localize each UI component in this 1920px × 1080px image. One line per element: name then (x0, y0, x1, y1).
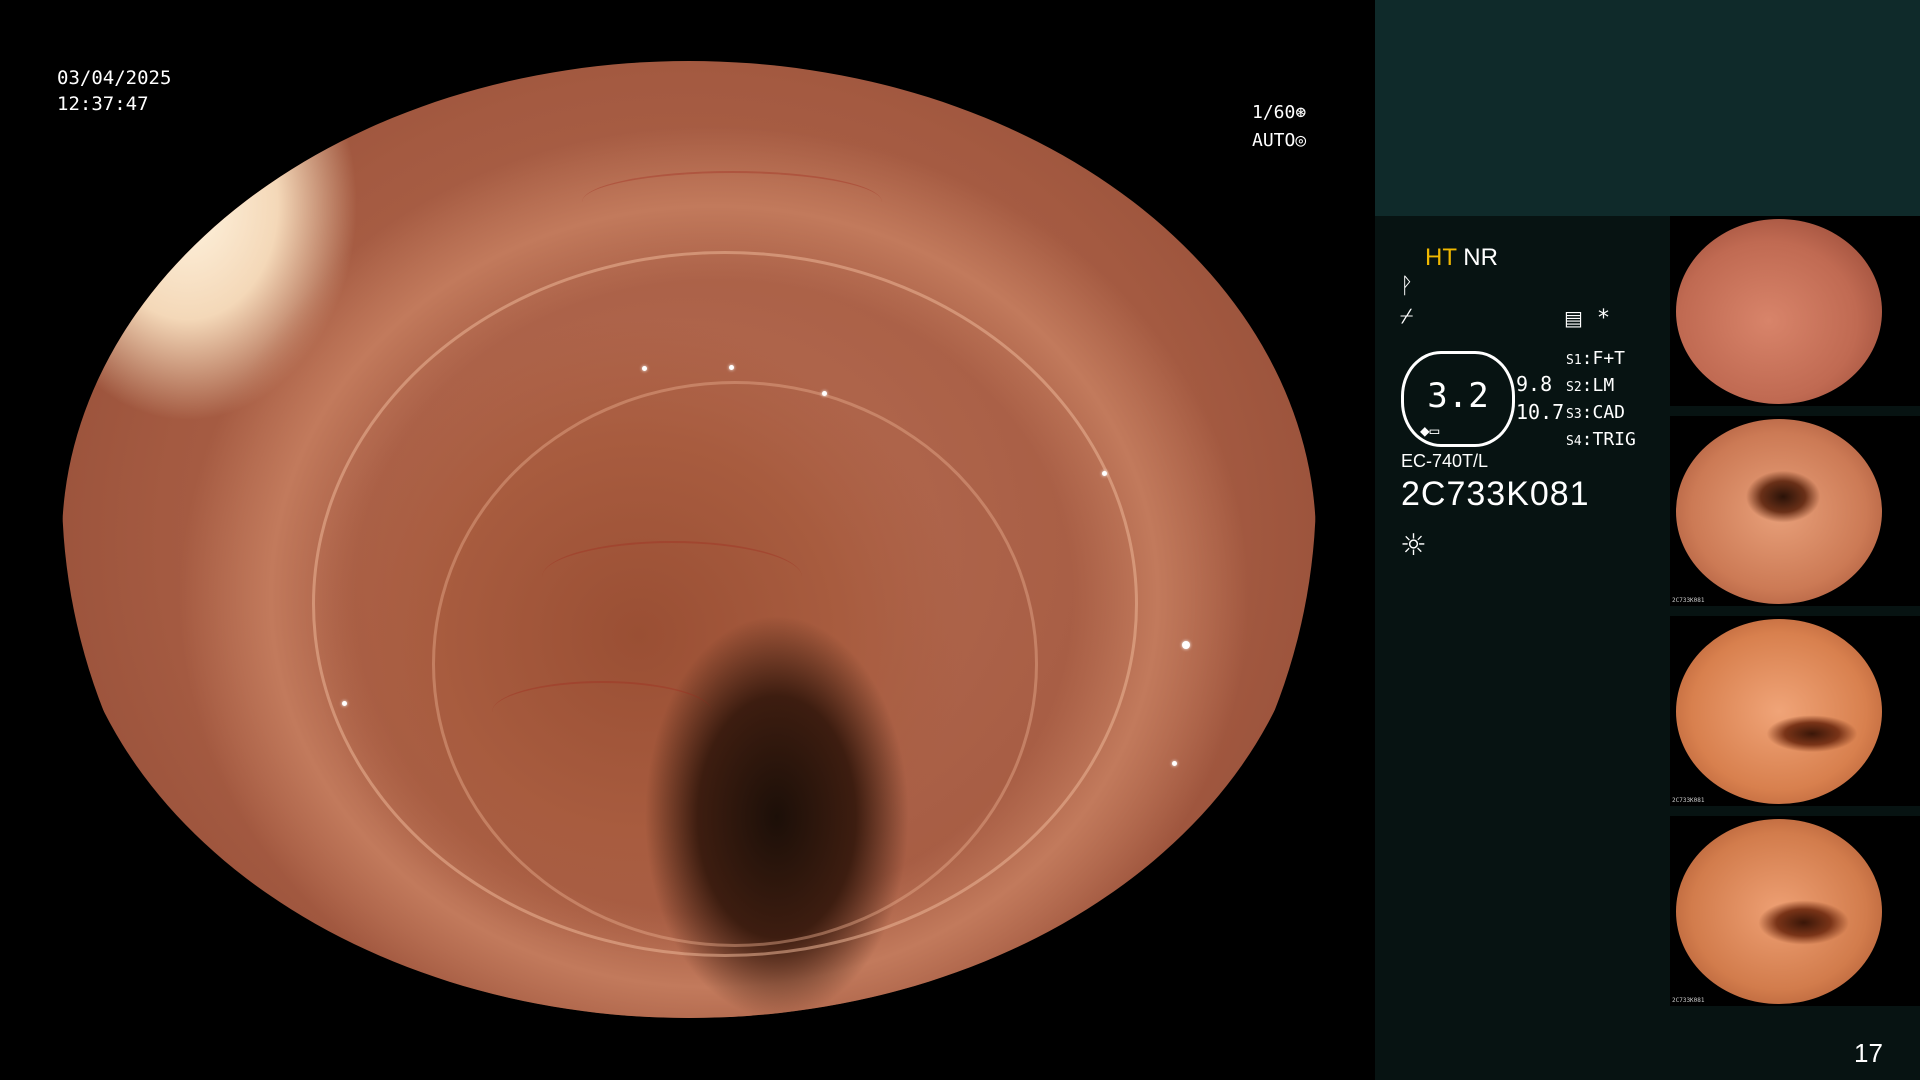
switch-row: S4:TRIG (1566, 429, 1636, 450)
switch-list: S1:F+T S2:LM S3:CAD S4:TRIG (1566, 346, 1636, 454)
thumbnail-2[interactable]: 2C733K081 (1670, 416, 1920, 606)
mode-nr: NR (1463, 244, 1498, 271)
reflection (1112, 921, 1117, 926)
curve-icon: ᚹ (1400, 274, 1414, 299)
gauge-side-values: 9.8 10.7 (1516, 370, 1564, 426)
thumbnail-image (1676, 619, 1882, 804)
switch-row: S3:CAD (1566, 402, 1626, 423)
processing-modes: HT NR (1425, 244, 1498, 272)
reflection (342, 701, 347, 706)
zoom-gauge: 3.2 ◆▭ (1401, 351, 1515, 447)
scope-model: EC-740T/L (1401, 451, 1489, 471)
datetime-display: 03/04/2025 12:37:47 (57, 65, 171, 117)
asterisk-mark: * (1598, 306, 1609, 331)
thumbnail-image (1676, 219, 1882, 404)
memory-icon: ▤ (1564, 306, 1583, 330)
thumbnail-3[interactable]: 2C733K081 (1670, 616, 1920, 806)
fold-inner (432, 381, 1038, 947)
aperture-icon: ⊛ (1295, 102, 1307, 123)
reflection (1102, 471, 1107, 476)
thumbnail-4[interactable]: 2C733K081 (1670, 816, 1920, 1006)
light-icon: ☼ (1400, 528, 1427, 563)
exposure-icon: ◎ (1295, 130, 1307, 151)
page-number: 17 (1854, 1038, 1883, 1068)
thumbnail-1[interactable] (1670, 216, 1920, 406)
switch-row: S1:F+T (1566, 348, 1626, 369)
mode-ht: HT (1425, 244, 1457, 271)
vessel (492, 681, 712, 743)
switch-row: S2:LM (1566, 375, 1615, 396)
vessel (582, 171, 882, 233)
gauge-value: 3.2 (1427, 376, 1489, 416)
reflection (729, 365, 734, 370)
exposure-mode-text: AUTO (1252, 130, 1296, 151)
panel-header (1375, 0, 1920, 216)
thumbnail-image (1676, 419, 1882, 604)
thumbnail-image (1676, 819, 1882, 1004)
date-text: 03/04/2025 (57, 67, 172, 89)
exposure-display: 1/60⊛ AUTO◎ (1252, 99, 1306, 155)
endoscope-main-view (62, 61, 1316, 1018)
thumbnail-caption: 2C733K081 (1672, 597, 1705, 604)
curve-slash-icon: ⌿ (1400, 304, 1414, 329)
gauge-marks-icon: ◆▭ (1420, 421, 1440, 440)
reflection (642, 366, 647, 371)
reflection (1182, 641, 1190, 649)
thumbnail-caption: 2C733K081 (1672, 797, 1705, 804)
vessel (542, 541, 802, 613)
gauge-side-bottom: 10.7 (1516, 400, 1565, 424)
time-text: 12:37:47 (57, 93, 149, 115)
gauge-side-top: 9.8 (1516, 372, 1553, 396)
reflection (822, 391, 827, 396)
reflection (1172, 761, 1177, 766)
shutter-text: 1/60 (1252, 102, 1296, 123)
thumbnail-caption: 2C733K081 (1672, 997, 1705, 1004)
scope-serial: 2C733K081 (1401, 475, 1590, 513)
